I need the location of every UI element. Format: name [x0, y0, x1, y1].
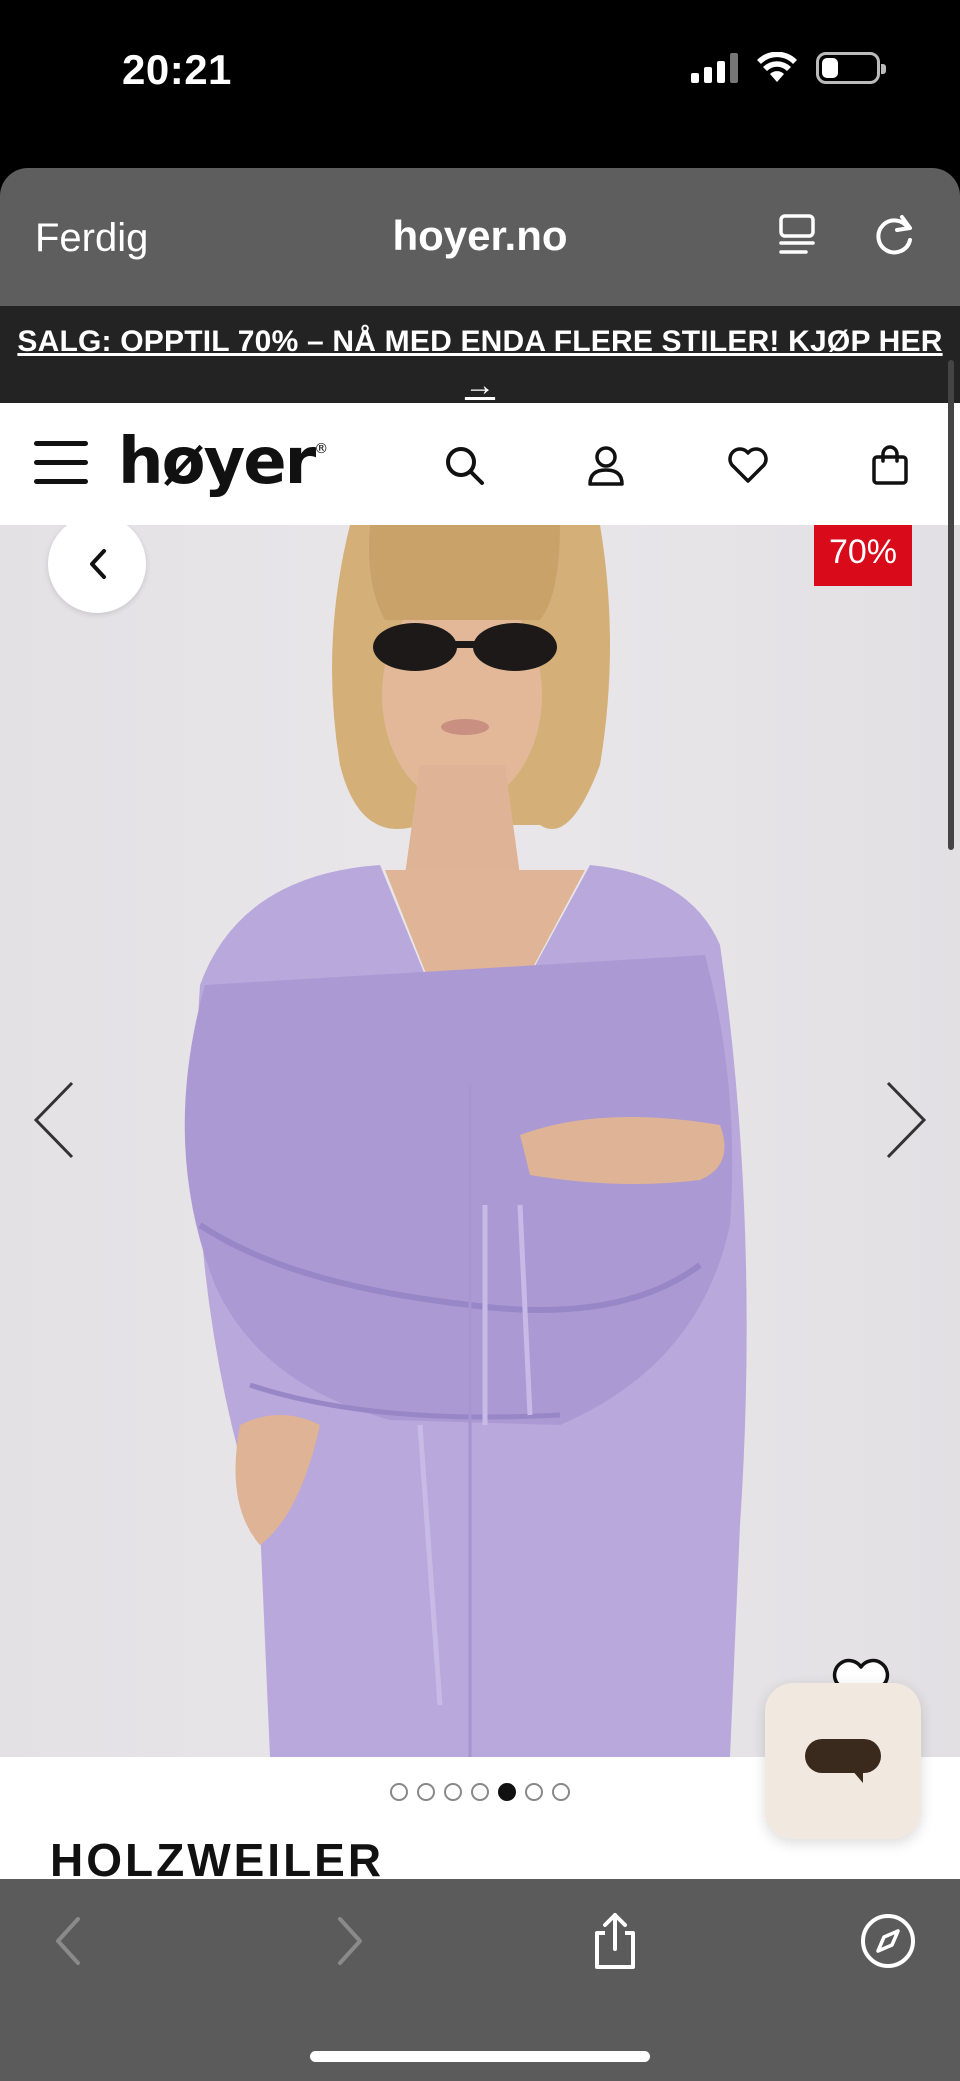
- status-time: 20:21: [122, 46, 232, 93]
- pagination-dot[interactable]: [525, 1783, 543, 1801]
- logo-registered-mark: ®: [314, 441, 329, 457]
- account-icon[interactable]: [584, 443, 628, 487]
- pagination-dot[interactable]: [471, 1783, 489, 1801]
- pagination-dot[interactable]: [417, 1783, 435, 1801]
- promo-banner: SALG: OPPTIL 70% – NÅ MED ENDA FLERE STI…: [0, 306, 960, 403]
- reload-icon[interactable]: [872, 212, 918, 258]
- search-icon[interactable]: [442, 443, 486, 487]
- wifi-icon: [757, 52, 797, 82]
- logo-text: høyer: [118, 425, 316, 499]
- promo-link[interactable]: SALG: OPPTIL 70% – NÅ MED ENDA FLERE STI…: [17, 325, 942, 402]
- battery-icon: [816, 52, 886, 84]
- chat-bubble-icon: [805, 1739, 881, 1783]
- home-indicator: [310, 2051, 650, 2062]
- reader-mode-icon[interactable]: [776, 212, 822, 258]
- site-logo[interactable]: høyer®: [118, 425, 328, 499]
- model-photo: [184, 525, 747, 1757]
- status-icons: [691, 52, 886, 84]
- cart-bag-icon[interactable]: [868, 443, 912, 487]
- status-bar: 20:21: [0, 0, 960, 168]
- prev-image-arrow-icon[interactable]: [28, 1075, 80, 1165]
- compass-icon[interactable]: [858, 1911, 918, 1971]
- pagination-dot[interactable]: [552, 1783, 570, 1801]
- next-image-arrow-icon[interactable]: [880, 1075, 932, 1165]
- pagination-dot[interactable]: [390, 1783, 408, 1801]
- browser-toolbar: [0, 1879, 960, 2081]
- cellular-signal-icon: [691, 53, 738, 83]
- chevron-left-icon: [90, 549, 106, 579]
- chat-button[interactable]: [765, 1683, 921, 1839]
- discount-badge: 70%: [814, 525, 912, 586]
- pagination-dot-active[interactable]: [498, 1783, 516, 1801]
- image-pagination: [390, 1783, 570, 1801]
- page-scrollbar[interactable]: [948, 360, 954, 850]
- pagination-dot[interactable]: [444, 1783, 462, 1801]
- back-button[interactable]: [48, 525, 146, 613]
- back-arrow-icon[interactable]: [40, 1911, 100, 1971]
- wishlist-icon[interactable]: [726, 443, 770, 487]
- menu-icon[interactable]: [34, 441, 88, 485]
- site-header: høyer®: [0, 403, 960, 525]
- forward-arrow-icon[interactable]: [318, 1911, 378, 1971]
- product-image[interactable]: 70%: [0, 525, 960, 1757]
- browser-header: Ferdig hoyer.no: [0, 168, 960, 306]
- share-icon[interactable]: [585, 1911, 645, 1971]
